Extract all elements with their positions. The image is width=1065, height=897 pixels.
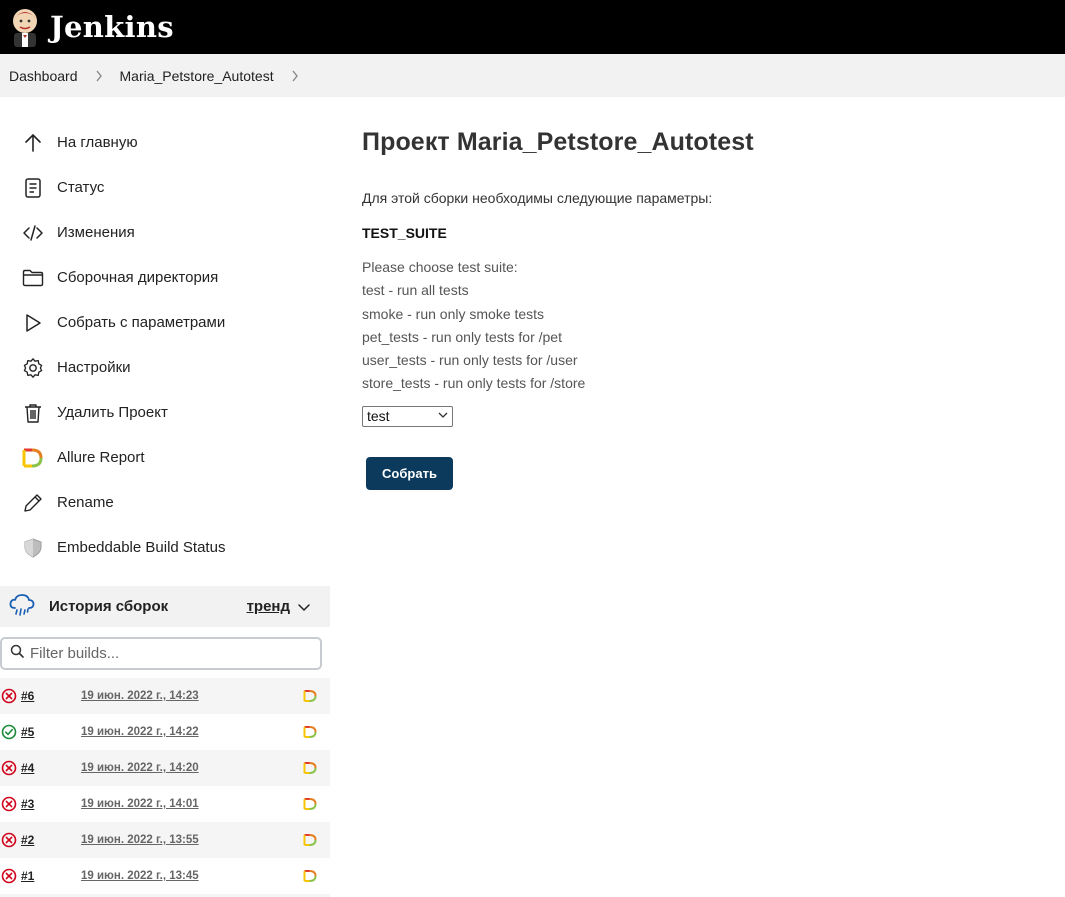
- parameter-help-line: pet_tests - run only tests for /pet: [362, 328, 562, 345]
- page-title: Проект Maria_Petstore_Autotest: [362, 128, 754, 156]
- build-date-link[interactable]: 19 июн. 2022 г., 14:22: [81, 726, 303, 738]
- build-date-link[interactable]: 19 июн. 2022 г., 14:01: [81, 798, 303, 810]
- task-embeddable-build-status[interactable]: Embeddable Build Status: [0, 525, 330, 570]
- parameters-description: Для этой сборки необходимы следующие пар…: [362, 190, 713, 206]
- task-label: Настройки: [57, 359, 131, 376]
- task-changes[interactable]: Изменения: [0, 210, 330, 255]
- chevron-right-icon[interactable]: [95, 70, 103, 82]
- breadcrumb-dashboard[interactable]: Dashboard: [9, 68, 78, 84]
- app-title: Jenkins: [50, 10, 174, 44]
- parameter-help-line: store_tests - run only tests for /store: [362, 375, 586, 392]
- build-number-link[interactable]: #6: [21, 689, 81, 703]
- test-suite-select[interactable]: test: [362, 405, 453, 427]
- build-row: #4 19 июн. 2022 г., 14:20: [0, 750, 330, 786]
- build-list: #6 19 июн. 2022 г., 14:23 #5 19 июн. 202…: [0, 678, 330, 897]
- trash-icon: [22, 402, 44, 424]
- task-allure-report[interactable]: Allure Report: [0, 435, 330, 480]
- parameter-help-line: test - run all tests: [362, 282, 469, 299]
- build-row: #2 19 июн. 2022 г., 13:55: [0, 822, 330, 858]
- folder-icon: [22, 267, 44, 289]
- parameter-help-line: user_tests - run only tests for /user: [362, 352, 578, 369]
- allure-icon[interactable]: [303, 689, 317, 703]
- build-button[interactable]: Собрать: [366, 456, 453, 490]
- document-icon: [22, 177, 44, 199]
- build-history-panel: История сборок тренд #6 19 июн. 2022 г.,…: [0, 586, 330, 897]
- build-row: #3 19 июн. 2022 г., 14:01: [0, 786, 330, 822]
- build-failed-icon[interactable]: [1, 688, 17, 704]
- code-icon: [22, 222, 44, 244]
- build-date-link[interactable]: 19 июн. 2022 г., 13:55: [81, 834, 303, 846]
- build-date-link[interactable]: 19 июн. 2022 г., 14:20: [81, 762, 303, 774]
- parameter-help: Please choose test suite: test - run all…: [362, 256, 1042, 396]
- task-rename[interactable]: Rename: [0, 480, 330, 525]
- arrow-up-icon: [22, 132, 44, 154]
- chevron-right-icon[interactable]: [291, 70, 299, 82]
- allure-icon[interactable]: [303, 797, 317, 811]
- allure-icon[interactable]: [303, 869, 317, 883]
- task-workspace[interactable]: Сборочная директория: [0, 255, 330, 300]
- build-history-title: История сборок: [49, 598, 169, 615]
- filter-builds-field[interactable]: [0, 637, 322, 670]
- build-number-link[interactable]: #2: [21, 833, 81, 847]
- allure-icon: [22, 447, 44, 469]
- build-failed-icon[interactable]: [1, 868, 17, 884]
- build-row: #1 19 июн. 2022 г., 13:45: [0, 858, 330, 894]
- breadcrumb: Dashboard Maria_Petstore_Autotest: [0, 54, 1065, 97]
- task-label: Сборочная директория: [57, 269, 219, 286]
- task-label: Allure Report: [57, 449, 145, 466]
- build-history-header: История сборок тренд: [0, 586, 330, 627]
- breadcrumb-project[interactable]: Maria_Petstore_Autotest: [120, 68, 274, 84]
- play-icon: [22, 312, 44, 334]
- build-number-link[interactable]: #3: [21, 797, 81, 811]
- allure-icon[interactable]: [303, 833, 317, 847]
- cloud-rain-icon: [9, 593, 35, 621]
- task-configure[interactable]: Настройки: [0, 345, 330, 390]
- gear-icon: [22, 357, 44, 379]
- shield-icon: [22, 537, 44, 559]
- task-label: Собрать с параметрами: [57, 314, 226, 331]
- build-date-link[interactable]: 19 июн. 2022 г., 14:23: [81, 690, 303, 702]
- search-icon: [10, 644, 24, 663]
- task-label: Удалить Проект: [57, 404, 168, 421]
- jenkins-logo-link[interactable]: Jenkins: [8, 7, 174, 47]
- build-failed-icon[interactable]: [1, 760, 17, 776]
- task-status[interactable]: Статус: [0, 165, 330, 210]
- test-suite-select-value: test: [367, 408, 390, 425]
- allure-icon[interactable]: [303, 761, 317, 775]
- build-number-link[interactable]: #5: [21, 725, 81, 739]
- chevron-down-icon[interactable]: [296, 599, 312, 615]
- build-number-link[interactable]: #1: [21, 869, 81, 883]
- task-label: Изменения: [57, 224, 135, 241]
- chevron-down-icon: [437, 408, 452, 424]
- build-row: #5 19 июн. 2022 г., 14:22: [0, 714, 330, 750]
- top-header: Jenkins: [0, 0, 1065, 54]
- parameter-help-line: smoke - run only smoke tests: [362, 305, 545, 322]
- build-failed-icon[interactable]: [1, 796, 17, 812]
- build-success-icon[interactable]: [1, 724, 17, 740]
- parameter-help-line: Please choose test suite:: [362, 259, 518, 275]
- build-failed-icon[interactable]: [1, 832, 17, 848]
- task-build-with-parameters[interactable]: Собрать с параметрами: [0, 300, 330, 345]
- parameter-name: TEST_SUITE: [362, 225, 447, 241]
- task-back-to-dashboard[interactable]: На главную: [0, 120, 330, 165]
- jenkins-butler-icon: [8, 7, 42, 47]
- task-label: Rename: [57, 494, 114, 511]
- task-label: Статус: [57, 179, 105, 196]
- side-panel-tasks: На главную Статус Изменения Сборочная ди…: [0, 120, 330, 570]
- trend-link[interactable]: тренд: [247, 598, 290, 615]
- main-panel: Проект Maria_Petstore_Autotest Для этой …: [362, 128, 1042, 490]
- task-delete-project[interactable]: Удалить Проект: [0, 390, 330, 435]
- build-date-link[interactable]: 19 июн. 2022 г., 13:45: [81, 870, 303, 882]
- task-label: Embeddable Build Status: [57, 539, 226, 556]
- allure-icon[interactable]: [303, 725, 317, 739]
- build-number-link[interactable]: #4: [21, 761, 81, 775]
- filter-builds-input[interactable]: [30, 645, 300, 662]
- task-label: На главную: [57, 134, 138, 151]
- pencil-icon: [22, 492, 44, 514]
- build-row: #6 19 июн. 2022 г., 14:23: [0, 678, 330, 714]
